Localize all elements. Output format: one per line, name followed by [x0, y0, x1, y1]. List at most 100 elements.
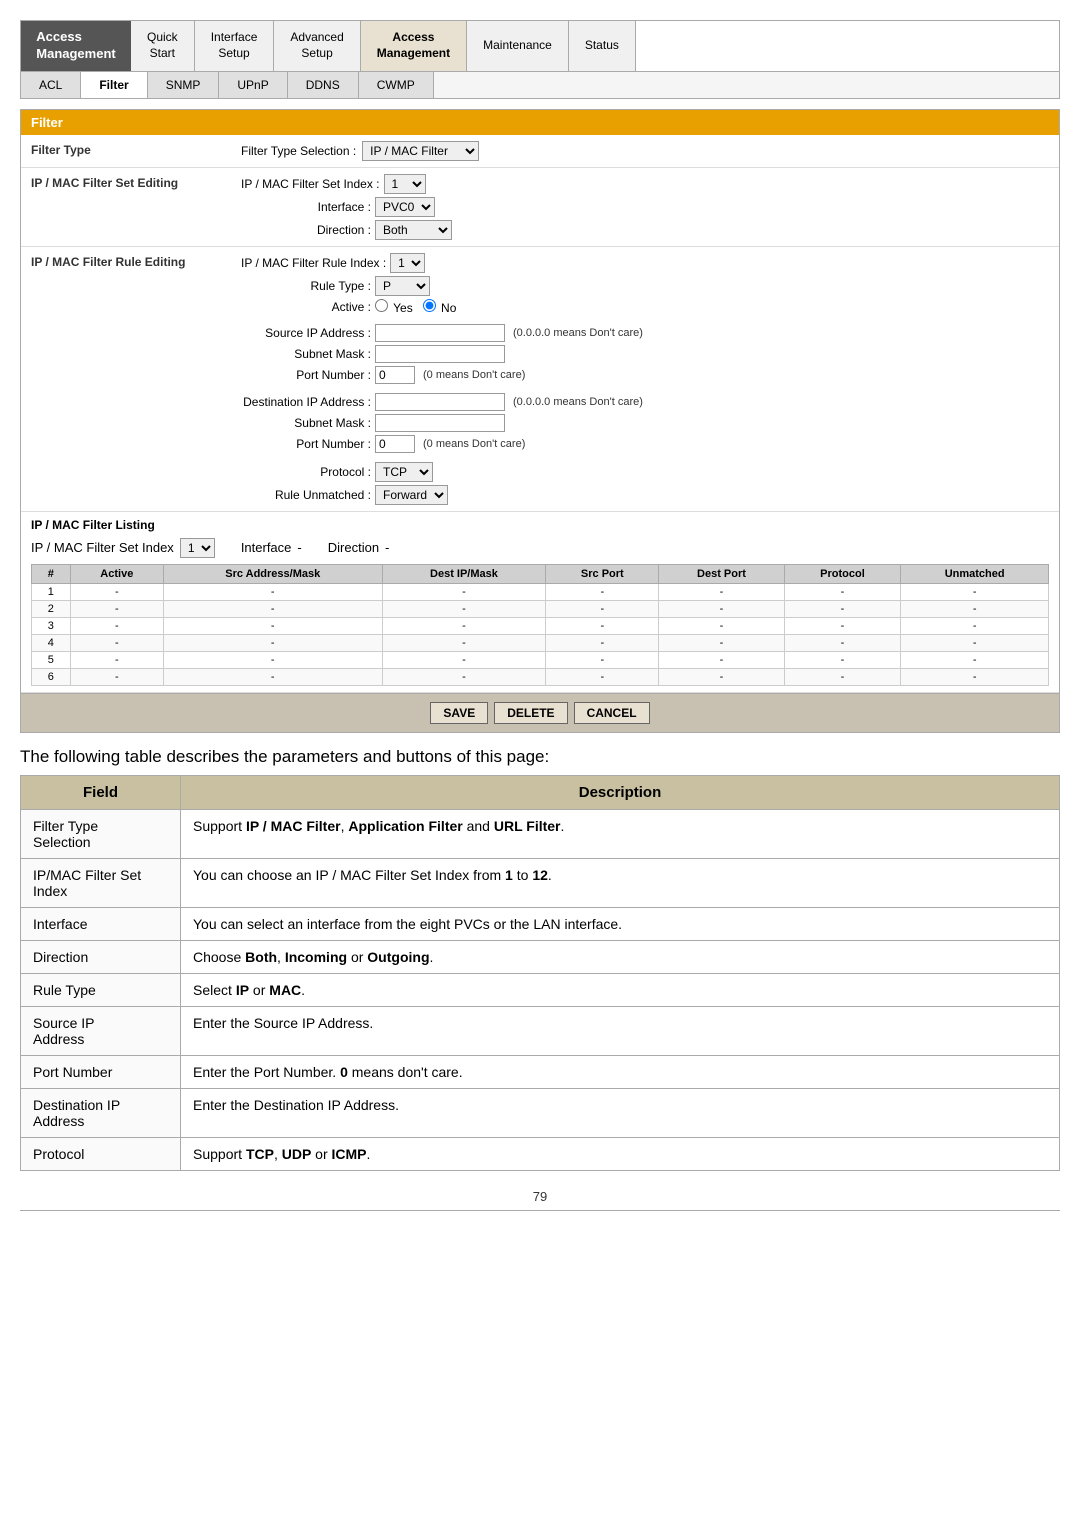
desc-description: Support TCP, UDP or ICMP.	[181, 1137, 1060, 1170]
active-yes-label: Yes	[375, 299, 413, 315]
table-cell: -	[901, 651, 1049, 668]
dest-subnet-input[interactable]	[375, 414, 505, 432]
table-cell: -	[546, 583, 659, 600]
table-cell: -	[784, 617, 901, 634]
table-cell: -	[70, 600, 163, 617]
listing-direction-value: -	[385, 540, 389, 555]
rule-index-label: IP / MAC Filter Rule Index :	[241, 256, 386, 270]
desc-field: Destination IP Address	[21, 1088, 181, 1137]
protocol-row: Protocol : TCPUDPICMP	[241, 462, 643, 482]
rule-unmatched-row: Rule Unmatched : ForwardDrop	[241, 485, 643, 505]
desc-description: Enter the Source IP Address.	[181, 1006, 1060, 1055]
table-cell: 3	[32, 617, 71, 634]
button-row: SAVE DELETE CANCEL	[21, 693, 1059, 732]
tab-access-management[interactable]: Access Management	[361, 21, 467, 71]
subnet-mask-input[interactable]	[375, 345, 505, 363]
tab-acl[interactable]: ACL	[21, 72, 81, 98]
col-dest: Dest IP/Mask	[382, 564, 546, 583]
listing-set-label: IP / MAC Filter Set Index	[31, 540, 174, 555]
src-ip-input[interactable]	[375, 324, 505, 342]
table-cell: -	[546, 617, 659, 634]
table-cell: -	[784, 651, 901, 668]
table-cell: -	[382, 617, 546, 634]
desc-field: Source IP Address	[21, 1006, 181, 1055]
set-index-select[interactable]: 1234 5678 9101112	[384, 174, 426, 194]
dest-port-hint: (0 means Don't care)	[423, 438, 525, 450]
desc-row: Rule TypeSelect IP or MAC.	[21, 973, 1060, 1006]
active-no-radio[interactable]	[423, 299, 436, 312]
rule-type-select[interactable]: PMAC	[375, 276, 430, 296]
listing-controls: IP / MAC Filter Set Index 1 Interface - …	[31, 538, 389, 558]
filter-type-row: Filter Type Filter Type Selection : IP /…	[21, 135, 1059, 168]
tab-status[interactable]: Status	[569, 21, 636, 71]
dest-ip-label: Destination IP Address :	[241, 395, 371, 409]
col-dest-port: Dest Port	[659, 564, 784, 583]
col-protocol: Protocol	[784, 564, 901, 583]
tab-filter[interactable]: Filter	[81, 72, 147, 98]
listing-interface-value: -	[297, 540, 301, 555]
tab-snmp[interactable]: SNMP	[148, 72, 220, 98]
table-cell: -	[901, 634, 1049, 651]
active-yes-radio[interactable]	[375, 299, 388, 312]
description-title: The following table describes the parame…	[20, 747, 1060, 767]
table-cell: -	[659, 600, 784, 617]
filter-panel: Filter Filter Type Filter Type Selection…	[20, 109, 1060, 733]
tab-interface-setup[interactable]: Interface Setup	[195, 21, 275, 71]
ip-mac-set-row: IP / MAC Filter Set Editing IP / MAC Fil…	[21, 168, 1059, 247]
table-cell: -	[659, 634, 784, 651]
table-cell: 4	[32, 634, 71, 651]
delete-button[interactable]: DELETE	[494, 702, 567, 724]
desc-row: Filter Type SelectionSupport IP / MAC Fi…	[21, 809, 1060, 858]
desc-description: You can select an interface from the eig…	[181, 907, 1060, 940]
navigation: Access Management Quick Start Interface …	[20, 20, 1060, 99]
dest-ip-hint: (0.0.0.0 means Don't care)	[513, 396, 643, 408]
listing-direction-label: Direction	[328, 540, 379, 555]
dest-ip-input[interactable]	[375, 393, 505, 411]
ip-mac-rule-label: IP / MAC Filter Rule Editing	[31, 253, 241, 269]
desc-field: Filter Type Selection	[21, 809, 181, 858]
tab-advanced-setup[interactable]: Advanced Setup	[274, 21, 360, 71]
active-label: Active :	[241, 300, 371, 314]
direction-select[interactable]: BothIncomingOutgoing	[375, 220, 452, 240]
dest-port-input[interactable]	[375, 435, 415, 453]
active-yes-text: Yes	[393, 301, 413, 315]
panel-title: Filter	[21, 110, 1059, 135]
port-number-label: Port Number :	[241, 368, 371, 382]
desc-col-field: Field	[21, 775, 181, 809]
desc-row: IP/MAC Filter Set IndexYou can choose an…	[21, 858, 1060, 907]
tab-maintenance[interactable]: Maintenance	[467, 21, 569, 71]
save-button[interactable]: SAVE	[430, 702, 488, 724]
protocol-label: Protocol :	[241, 465, 371, 479]
table-cell: -	[659, 583, 784, 600]
desc-row: Port NumberEnter the Port Number. 0 mean…	[21, 1055, 1060, 1088]
table-cell: -	[901, 583, 1049, 600]
cancel-button[interactable]: CANCEL	[574, 702, 650, 724]
interface-select[interactable]: PVC0PVC1PVC2LAN	[375, 197, 435, 217]
tab-upnp[interactable]: UPnP	[219, 72, 287, 98]
table-cell: 1	[32, 583, 71, 600]
protocol-select[interactable]: TCPUDPICMP	[375, 462, 433, 482]
ip-mac-rule-row: IP / MAC Filter Rule Editing IP / MAC Fi…	[21, 247, 1059, 512]
port-number-input[interactable]	[375, 366, 415, 384]
rule-unmatched-select[interactable]: ForwardDrop	[375, 485, 448, 505]
desc-row: DirectionChoose Both, Incoming or Outgoi…	[21, 940, 1060, 973]
rule-index-select[interactable]: 123	[390, 253, 425, 273]
table-cell: 5	[32, 651, 71, 668]
table-cell: -	[546, 600, 659, 617]
desc-row: Source IP AddressEnter the Source IP Add…	[21, 1006, 1060, 1055]
tab-ddns[interactable]: DDNS	[288, 72, 359, 98]
desc-description: Enter the Destination IP Address.	[181, 1088, 1060, 1137]
tab-quick-start[interactable]: Quick Start	[131, 21, 195, 71]
table-cell: -	[659, 651, 784, 668]
description-table: Field Description Filter Type SelectionS…	[20, 775, 1060, 1171]
listing-set-select[interactable]: 1	[180, 538, 215, 558]
page-number: 79	[20, 1189, 1060, 1204]
tab-cwmp[interactable]: CWMP	[359, 72, 434, 98]
table-cell: -	[784, 634, 901, 651]
rule-unmatched-label: Rule Unmatched :	[241, 488, 371, 502]
table-cell: -	[659, 668, 784, 685]
rule-index-row: IP / MAC Filter Rule Index : 123	[241, 253, 643, 273]
desc-description: Choose Both, Incoming or Outgoing.	[181, 940, 1060, 973]
filter-type-select[interactable]: IP / MAC Filter Application Filter URL F…	[362, 141, 479, 161]
table-cell: 2	[32, 600, 71, 617]
